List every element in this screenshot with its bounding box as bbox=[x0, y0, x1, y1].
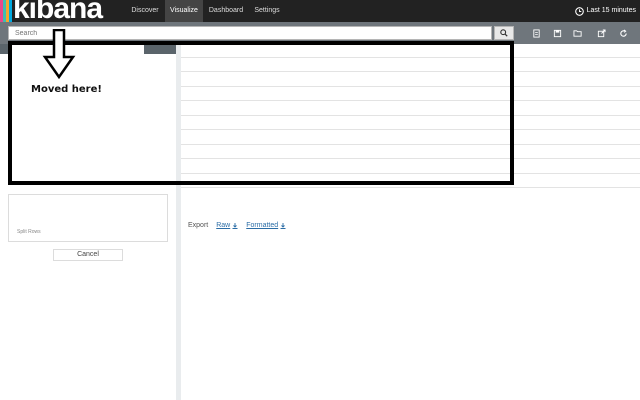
refresh-icon bbox=[619, 29, 628, 38]
search-input[interactable] bbox=[8, 26, 492, 40]
new-visualization-button[interactable] bbox=[530, 27, 542, 39]
tab-discover[interactable]: Discover bbox=[127, 0, 163, 22]
time-picker[interactable]: Last 15 minutes bbox=[575, 0, 636, 22]
clock-icon bbox=[575, 7, 584, 16]
save-button[interactable] bbox=[551, 27, 563, 39]
export-formatted-label: Formatted bbox=[246, 222, 278, 229]
refresh-button[interactable] bbox=[617, 27, 629, 39]
top-navbar: kibana Discover Visualize Dashboard Sett… bbox=[0, 0, 640, 22]
export-formatted-link[interactable]: Formatted bbox=[246, 222, 286, 229]
tab-visualize[interactable]: Visualize bbox=[165, 0, 203, 22]
down-arrow-icon bbox=[42, 29, 76, 79]
download-icon bbox=[232, 223, 238, 229]
export-row: Export Raw Formatted bbox=[188, 222, 286, 229]
tab-dashboard[interactable]: Dashboard bbox=[206, 0, 246, 22]
new-icon bbox=[532, 29, 541, 38]
tab-settings[interactable]: Settings bbox=[251, 0, 283, 22]
open-icon bbox=[573, 29, 583, 38]
time-range-label: Last 15 minutes bbox=[587, 0, 636, 22]
open-button[interactable] bbox=[572, 27, 584, 39]
download-icon bbox=[280, 223, 286, 229]
export-label: Export bbox=[188, 222, 208, 229]
kibana-logo-stripes bbox=[0, 0, 12, 22]
save-icon bbox=[553, 29, 562, 38]
cancel-button[interactable]: Cancel bbox=[53, 249, 123, 261]
search-icon bbox=[500, 29, 508, 37]
split-rows-panel[interactable]: Split Rows bbox=[8, 194, 168, 242]
share-icon bbox=[597, 29, 606, 38]
annotation-box bbox=[8, 41, 514, 185]
split-rows-label: Split Rows bbox=[17, 229, 41, 235]
table-row-line bbox=[181, 187, 640, 188]
export-raw-label: Raw bbox=[216, 222, 230, 229]
export-raw-link[interactable]: Raw bbox=[216, 222, 238, 229]
annotation-text: Moved here! bbox=[31, 84, 102, 95]
share-button[interactable] bbox=[595, 27, 607, 39]
kibana-logo[interactable]: kibana bbox=[13, 0, 102, 24]
search-button[interactable] bbox=[494, 26, 514, 40]
